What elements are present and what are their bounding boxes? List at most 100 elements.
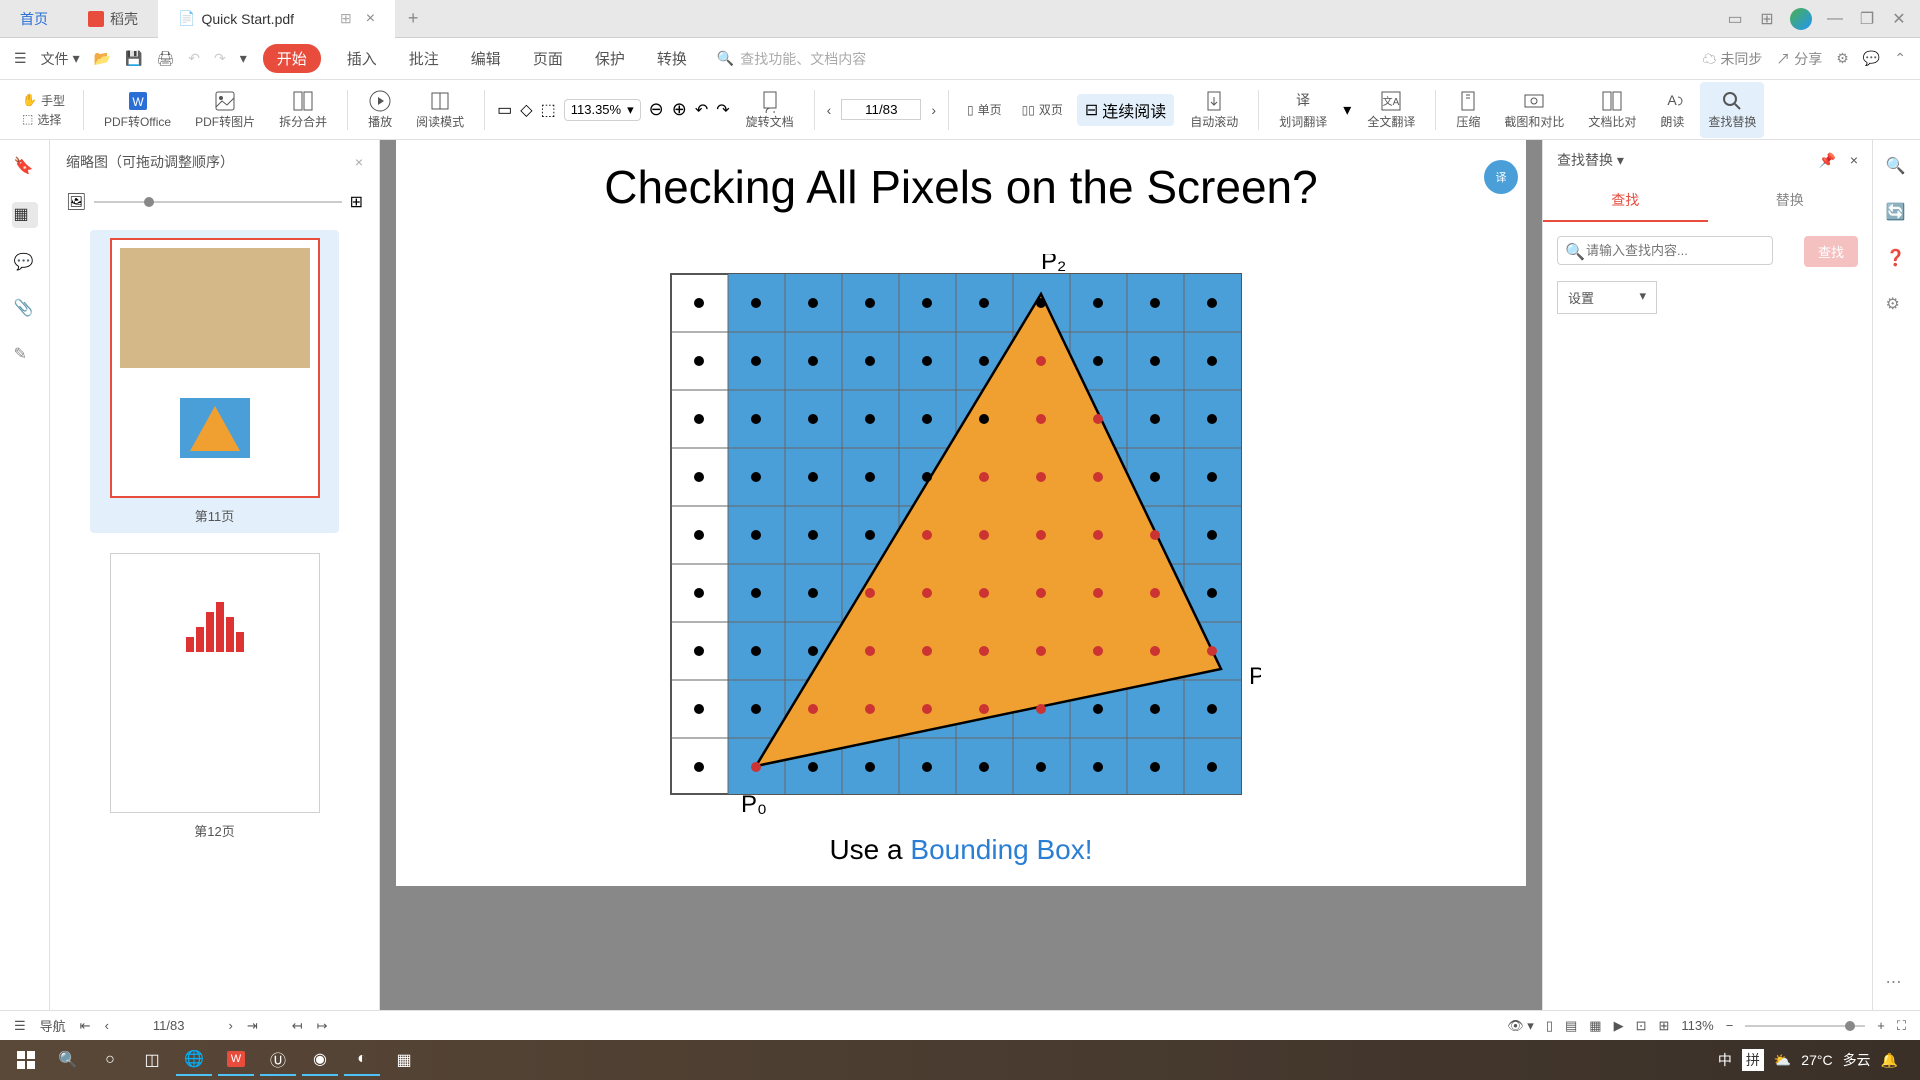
zoom-in-icon[interactable]: + xyxy=(1877,1018,1885,1033)
more-icon[interactable]: ⋯ xyxy=(1886,972,1908,994)
screenshot-compare[interactable]: 截图和对比 xyxy=(1496,82,1572,138)
app-icon-2[interactable]: ◉ xyxy=(302,1044,338,1076)
next-page-icon[interactable]: › xyxy=(229,1018,233,1033)
file-menu[interactable]: 文件 ▾ xyxy=(41,49,80,69)
text-compare[interactable]: 文档比对 xyxy=(1580,82,1644,138)
tab-menu-icon[interactable]: ⊞ xyxy=(340,10,352,27)
fit-width-icon[interactable]: ↦ xyxy=(317,1018,328,1034)
shape-tool-1[interactable]: ▭ xyxy=(497,100,512,120)
thumbnail-icon[interactable]: ▦ xyxy=(12,202,38,228)
help-icon[interactable]: ❓ xyxy=(1886,248,1908,270)
thumb-size-icon[interactable]: 🖼 xyxy=(66,192,86,212)
single-page[interactable]: ▯ 单页 xyxy=(967,101,1002,118)
pdf-to-office[interactable]: W PDF转Office xyxy=(96,82,179,138)
layout-icon[interactable]: ▭ xyxy=(1726,10,1744,28)
redo-icon[interactable]: ↷ xyxy=(214,50,226,67)
menu-hamburger-icon[interactable]: ☰ xyxy=(14,50,27,67)
menu-tab-insert[interactable]: 插入 xyxy=(341,44,383,73)
tab-second[interactable]: 稻壳 xyxy=(68,0,158,38)
prev-page-icon[interactable]: ‹ xyxy=(105,1018,109,1033)
start-icon[interactable] xyxy=(8,1044,44,1076)
nav-icon[interactable]: ☰ xyxy=(14,1018,26,1034)
close-window-icon[interactable]: ✕ xyxy=(1890,10,1908,28)
rotate-right-icon[interactable]: ↷ xyxy=(716,100,729,120)
menu-tab-start[interactable]: 开始 xyxy=(263,44,321,73)
tab-home[interactable]: 首页 xyxy=(0,0,68,38)
menu-tab-annotate[interactable]: 批注 xyxy=(403,44,445,73)
find-input[interactable] xyxy=(1557,236,1773,265)
double-page[interactable]: ▯▯ 双页 xyxy=(1022,101,1063,118)
rotate-doc[interactable]: 旋转文档 xyxy=(738,82,802,138)
document-area[interactable]: 译 Checking All Pixels on the Screen? xyxy=(380,140,1542,1010)
undo-icon[interactable]: ↶ xyxy=(188,50,200,67)
zoom-value[interactable]: 113.35% ▾ xyxy=(564,99,641,121)
prev-page-icon[interactable]: ‹ xyxy=(827,102,832,118)
ime-indicator[interactable]: 拼 xyxy=(1742,1049,1764,1071)
app-icon-4[interactable]: ▦ xyxy=(386,1044,422,1076)
shape-tool-3[interactable]: ⬚ xyxy=(541,100,556,120)
menu-tab-edit[interactable]: 编辑 xyxy=(465,44,507,73)
full-translate[interactable]: 文A 全文翻译 xyxy=(1359,82,1423,138)
print-icon[interactable]: 🖨 xyxy=(156,50,174,67)
wps-icon[interactable]: W xyxy=(218,1044,254,1076)
minimize-icon[interactable]: — xyxy=(1826,10,1844,28)
avatar[interactable] xyxy=(1790,8,1812,30)
maximize-icon[interactable]: ❐ xyxy=(1858,10,1876,28)
select-tool[interactable]: ⬚ 选择 xyxy=(22,111,65,128)
close-panel-icon[interactable]: × xyxy=(355,154,363,170)
view-eye-icon[interactable]: 👁 ▾ xyxy=(1507,1018,1534,1034)
page-input[interactable] xyxy=(841,99,921,120)
split-merge[interactable]: 拆分合并 xyxy=(271,82,335,138)
first-page-icon[interactable]: ⇤ xyxy=(80,1018,91,1034)
word-translate[interactable]: 译 划词翻译 xyxy=(1271,82,1335,138)
share-button[interactable]: ↗ 分享 xyxy=(1776,49,1822,69)
tab-add[interactable]: + xyxy=(395,8,431,29)
app-icon-3[interactable]: ◐ xyxy=(344,1044,380,1076)
grid-icon[interactable]: ⊞ xyxy=(1758,10,1776,28)
close-find-icon[interactable]: × xyxy=(1850,152,1858,168)
search-icon[interactable]: 🔍 xyxy=(50,1044,86,1076)
zoom-in-icon[interactable]: ⊕ xyxy=(672,99,687,120)
auto-scroll[interactable]: 自动滚动 xyxy=(1182,82,1246,138)
play-button[interactable]: 播放 xyxy=(360,82,400,138)
sync-status[interactable]: ☁ 未同步 xyxy=(1702,49,1762,69)
thumb-slider[interactable] xyxy=(94,201,341,203)
view-mode-1-icon[interactable]: ▯ xyxy=(1546,1018,1553,1034)
feedback-icon[interactable]: 💬 xyxy=(1863,50,1880,67)
tab-active[interactable]: 📄 Quick Start.pdf ⊞ × xyxy=(158,0,395,38)
attachment-icon[interactable]: 📎 xyxy=(14,298,36,320)
read-mode[interactable]: 阅读模式 xyxy=(408,82,472,138)
menu-tab-convert[interactable]: 转换 xyxy=(651,44,693,73)
fit-page-icon[interactable]: ↤ xyxy=(292,1018,303,1034)
ime-lang[interactable]: 中 xyxy=(1718,1050,1732,1070)
shape-tool-2[interactable]: ◇ xyxy=(520,100,532,120)
find-tab-replace[interactable]: 替换 xyxy=(1708,180,1873,222)
float-translate-icon[interactable]: 译 xyxy=(1484,160,1518,194)
next-page-icon[interactable]: › xyxy=(931,102,936,118)
view-mode-3-icon[interactable]: ▦ xyxy=(1589,1018,1601,1034)
nav-label[interactable]: 导航 xyxy=(40,1016,66,1035)
find-replace-button[interactable]: 查找替换 xyxy=(1700,82,1764,138)
tray-icon[interactable]: 🔔 xyxy=(1881,1052,1898,1069)
thumb-grid-icon[interactable]: ⊞ xyxy=(350,192,363,212)
translate-icon[interactable]: 🔄 xyxy=(1886,202,1908,224)
last-page-icon[interactable]: ⇥ xyxy=(247,1018,258,1034)
app-icon-1[interactable]: Ⓤ xyxy=(260,1044,296,1076)
zoom-slider[interactable] xyxy=(1745,1025,1865,1027)
taskview-icon[interactable]: ◫ xyxy=(134,1044,170,1076)
dropdown-icon[interactable]: ▾ xyxy=(240,50,247,67)
search-box[interactable]: 🔍 查找功能、文档内容 xyxy=(717,49,1699,69)
pin-icon[interactable]: 📌 xyxy=(1818,152,1835,168)
continuous-read[interactable]: ⊟ 连续阅读 xyxy=(1077,94,1174,126)
collapse-icon[interactable]: ⌃ xyxy=(1894,50,1906,67)
find-tab-find[interactable]: 查找 xyxy=(1543,180,1708,222)
view-mode-2-icon[interactable]: ▤ xyxy=(1565,1018,1577,1034)
rotate-left-icon[interactable]: ↶ xyxy=(695,100,708,120)
comment-icon[interactable]: 💬 xyxy=(14,252,36,274)
hand-tool[interactable]: ✋ 手型 xyxy=(22,92,65,109)
compress[interactable]: 压缩 xyxy=(1448,82,1488,138)
zoom-out-icon[interactable]: − xyxy=(1726,1018,1734,1033)
find-settings[interactable]: 设置▾ xyxy=(1557,281,1657,314)
menu-tab-page[interactable]: 页面 xyxy=(527,44,569,73)
find-button[interactable]: 查找 xyxy=(1804,236,1858,267)
